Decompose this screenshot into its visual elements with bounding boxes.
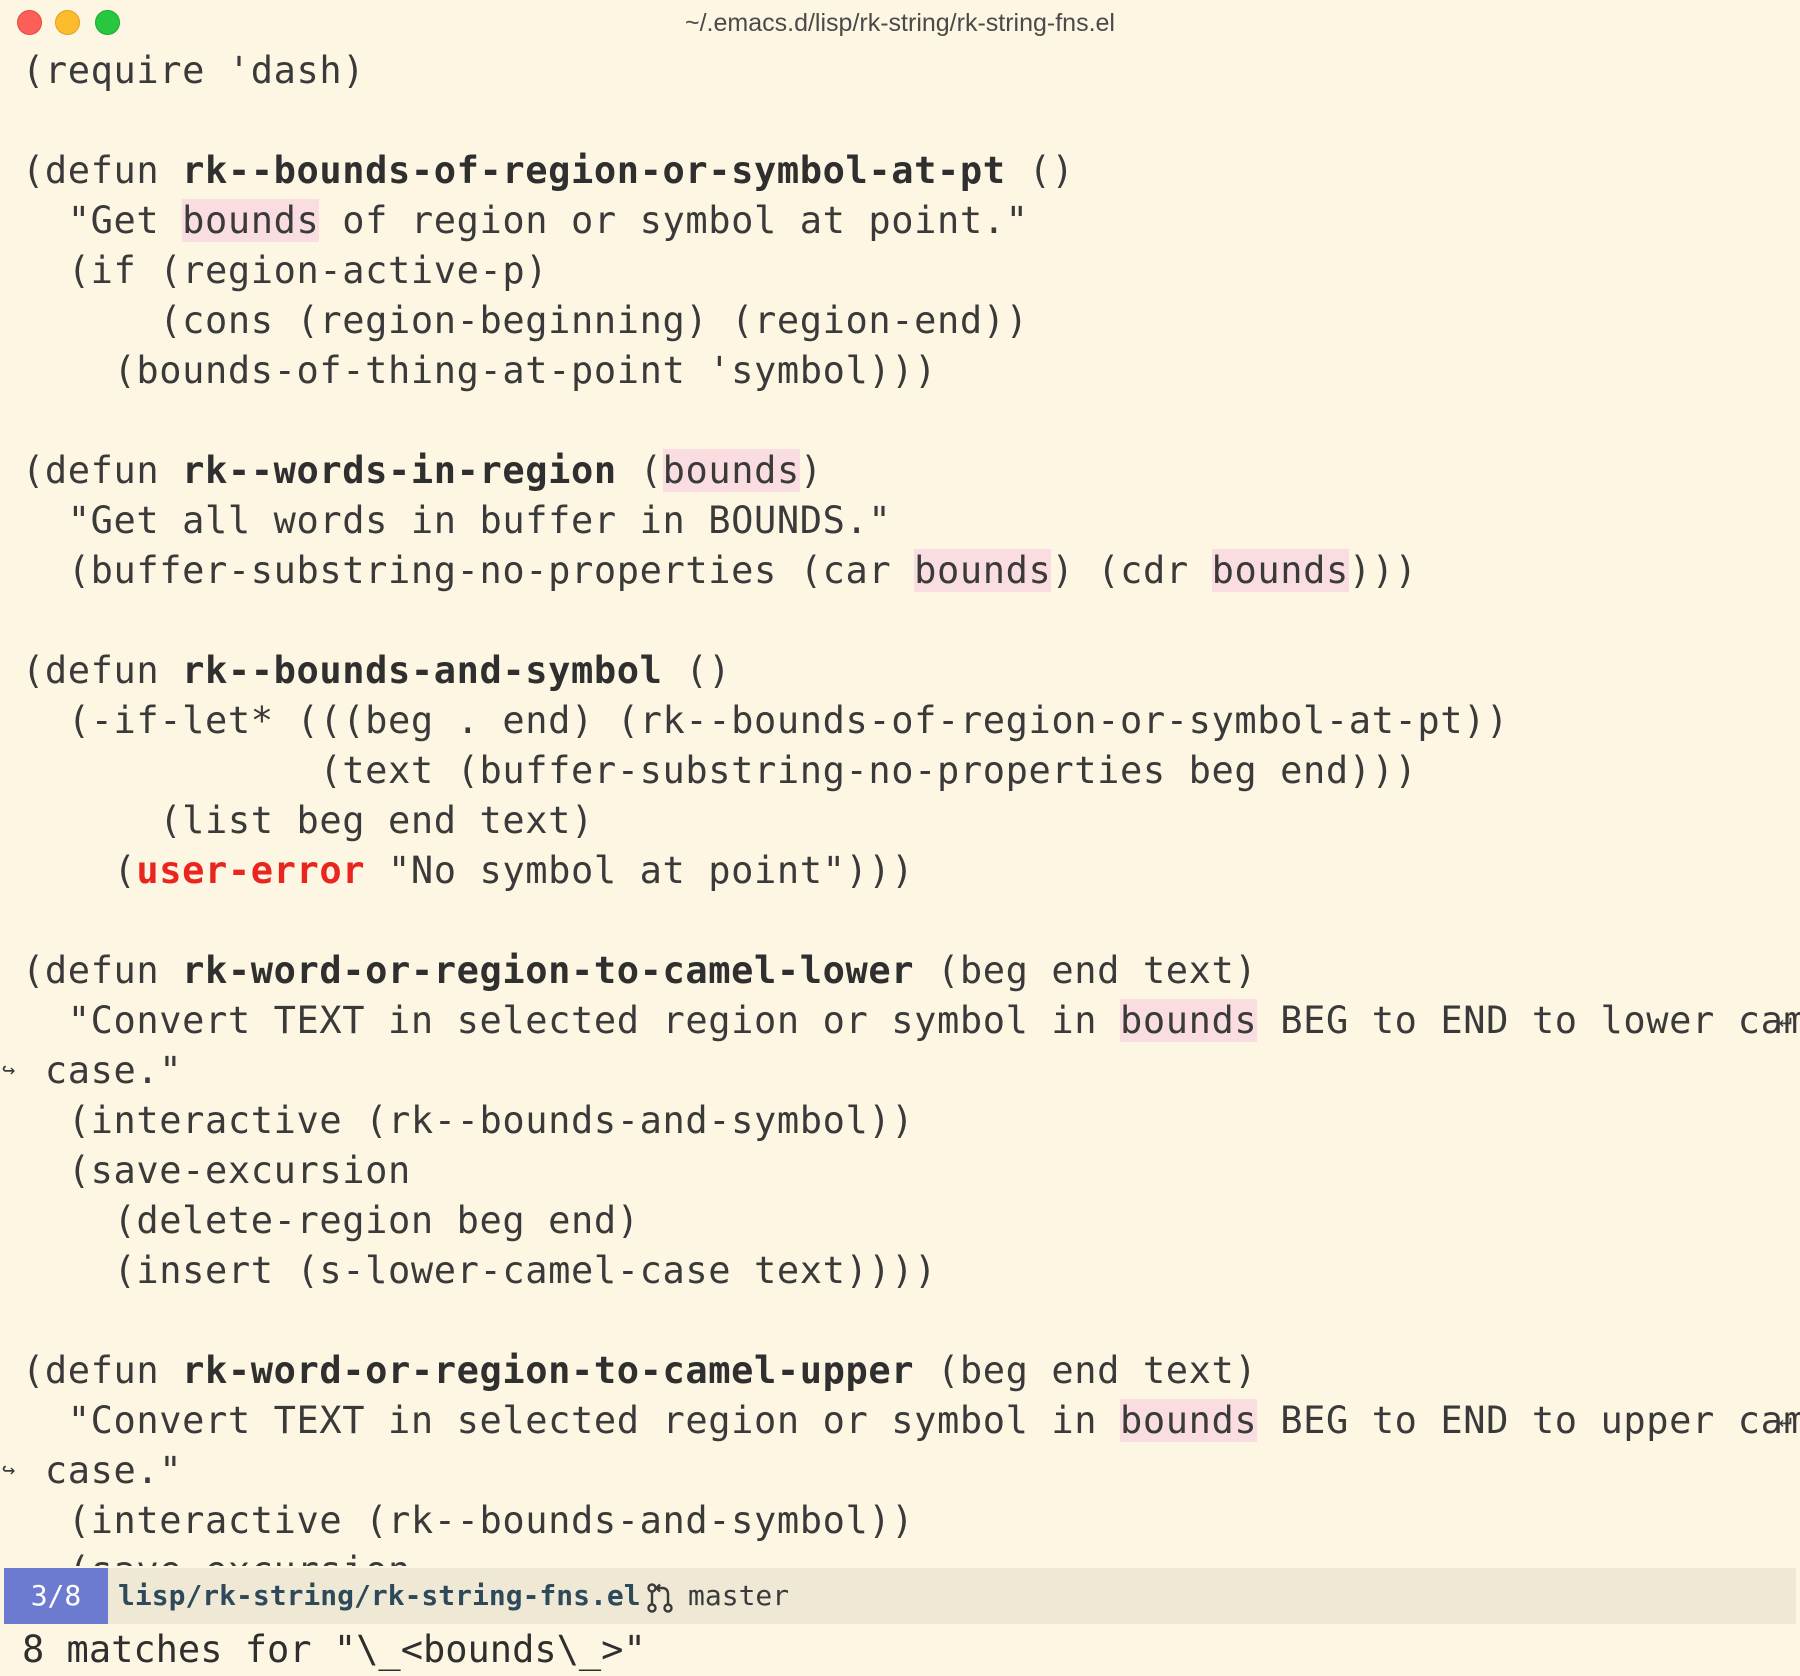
code-text: (text (buffer-substring-no-properties be…: [22, 749, 1418, 792]
code-text: (): [662, 649, 732, 692]
code-text: ): [799, 449, 823, 492]
code-text: ) (cdr: [1051, 549, 1212, 592]
code-line: (defun rk-word-or-region-to-camel-upper …: [22, 1346, 1257, 1396]
code-line: case.": [22, 1446, 182, 1496]
code-text: "No symbol at point"))): [365, 849, 915, 892]
code-text: "Convert TEXT in selected region or symb…: [22, 1399, 1121, 1442]
code-text: "Convert TEXT in selected region or symb…: [22, 999, 1121, 1042]
code-line: (bounds-of-thing-at-point 'symbol))): [22, 346, 937, 396]
code-line: (defun rk--bounds-of-region-or-symbol-at…: [22, 146, 1074, 196]
search-match-highlight: bounds: [1211, 549, 1349, 592]
emacs-window: ~/.emacs.d/lisp/rk-string/rk-string-fns.…: [0, 0, 1800, 1676]
code-line: (text (buffer-substring-no-properties be…: [22, 746, 1417, 796]
code-line: (defun rk--words-in-region (bounds): [22, 446, 823, 496]
code-line: "Convert TEXT in selected region or symb…: [22, 1396, 1800, 1446]
git-branch-name[interactable]: master: [688, 1568, 789, 1624]
code-text: (save-excursion: [22, 1549, 411, 1566]
search-match-counter: 3/8: [4, 1568, 108, 1624]
code-text: (defun: [22, 649, 183, 692]
code-text: (cons (region-beginning) (region-end)): [22, 299, 1029, 342]
code-text: ))): [1348, 549, 1418, 592]
line-wrap-left-icon: ↪: [2, 1058, 16, 1083]
code-text: case.": [22, 1049, 183, 1092]
code-text: (if (region-active-p): [22, 249, 549, 292]
line-wrap-left-icon: ↪: [2, 1458, 16, 1483]
code-text: (interactive (rk--bounds-and-symbol)): [22, 1499, 915, 1542]
code-editor[interactable]: (require 'dash) (defun rk--bounds-of-reg…: [0, 46, 1800, 1566]
code-line: (list beg end text): [22, 796, 594, 846]
search-match-highlight: bounds: [914, 549, 1052, 592]
code-line: "Get all words in buffer in BOUNDS.": [22, 496, 891, 546]
code-text: (defun: [22, 449, 183, 492]
code-line: (defun rk--bounds-and-symbol (): [22, 646, 731, 696]
code-text: (beg end text): [914, 1349, 1258, 1392]
function-name: rk--bounds-of-region-or-symbol-at-pt: [182, 149, 1006, 192]
code-line: (cons (region-beginning) (region-end)): [22, 296, 1029, 346]
code-text: case.": [22, 1449, 183, 1492]
code-line: (delete-region beg end): [22, 1196, 640, 1246]
code-text: BEG to END to lower camel: [1257, 999, 1800, 1042]
code-text: (): [1005, 149, 1075, 192]
mode-line: 3/8 lisp/rk-string/rk-string-fns.el mast…: [4, 1568, 1796, 1624]
code-line: (save-excursion: [22, 1546, 411, 1566]
code-text: "Get all words in buffer in BOUNDS.": [22, 499, 892, 542]
code-text: (beg end text): [914, 949, 1258, 992]
code-text: (list beg end text): [22, 799, 594, 842]
search-match-highlight: bounds: [1120, 1399, 1258, 1442]
line-wrap-right-icon: ↵: [1778, 1408, 1792, 1433]
code-text: (require 'dash): [22, 49, 366, 92]
function-name: rk-word-or-region-to-camel-upper: [182, 1349, 915, 1392]
code-text: (buffer-substring-no-properties (car: [22, 549, 915, 592]
code-text: BEG to END to upper camel: [1257, 1399, 1800, 1442]
code-line: (buffer-substring-no-properties (car bou…: [22, 546, 1417, 596]
code-line: (interactive (rk--bounds-and-symbol)): [22, 1496, 914, 1546]
code-line: (user-error "No symbol at point"))): [22, 846, 914, 896]
function-name: rk--words-in-region: [182, 449, 617, 492]
code-line: case.": [22, 1046, 182, 1096]
code-line: (if (region-active-p): [22, 246, 548, 296]
code-line: (save-excursion: [22, 1146, 411, 1196]
code-text: (: [22, 849, 137, 892]
code-text: (defun: [22, 1349, 183, 1392]
code-text: (delete-region beg end): [22, 1199, 640, 1242]
search-match-highlight: bounds: [1120, 999, 1258, 1042]
buffer-file-path[interactable]: lisp/rk-string/rk-string-fns.el: [118, 1568, 641, 1624]
function-name: rk-word-or-region-to-camel-lower: [182, 949, 915, 992]
echo-area-message: 8 matches for "\_<bounds\_>": [22, 1628, 646, 1671]
function-name: rk--bounds-and-symbol: [182, 649, 663, 692]
code-text: (insert (s-lower-camel-case text)))): [22, 1249, 938, 1292]
code-text: (defun: [22, 949, 183, 992]
code-line: (defun rk-word-or-region-to-camel-lower …: [22, 946, 1257, 996]
code-line: (insert (s-lower-camel-case text)))): [22, 1246, 937, 1296]
code-text: (interactive (rk--bounds-and-symbol)): [22, 1099, 915, 1142]
line-wrap-right-icon: ↵: [1778, 1008, 1792, 1033]
window-title: ~/.emacs.d/lisp/rk-string/rk-string-fns.…: [685, 9, 1115, 37]
error-keyword: user-error: [136, 849, 366, 892]
code-line: "Convert TEXT in selected region or symb…: [22, 996, 1800, 1046]
code-text: "Get: [22, 199, 183, 242]
title-bar: ~/.emacs.d/lisp/rk-string/rk-string-fns.…: [0, 0, 1800, 46]
code-text: of region or symbol at point.": [319, 199, 1029, 242]
code-line: (interactive (rk--bounds-and-symbol)): [22, 1096, 914, 1146]
search-match-highlight: bounds: [662, 449, 800, 492]
code-text: (-if-let* (((beg . end) (rk--bounds-of-r…: [22, 699, 1509, 742]
code-line: (require 'dash): [22, 46, 365, 96]
code-text: (bounds-of-thing-at-point 'symbol))): [22, 349, 938, 392]
code-text: (defun: [22, 149, 183, 192]
code-line: "Get bounds of region or symbol at point…: [22, 196, 1029, 246]
code-line: (-if-let* (((beg . end) (rk--bounds-of-r…: [22, 696, 1509, 746]
code-text: (save-excursion: [22, 1149, 411, 1192]
code-text: (: [616, 449, 663, 492]
search-match-highlight: bounds: [182, 199, 320, 242]
git-branch-icon: [647, 1583, 673, 1613]
